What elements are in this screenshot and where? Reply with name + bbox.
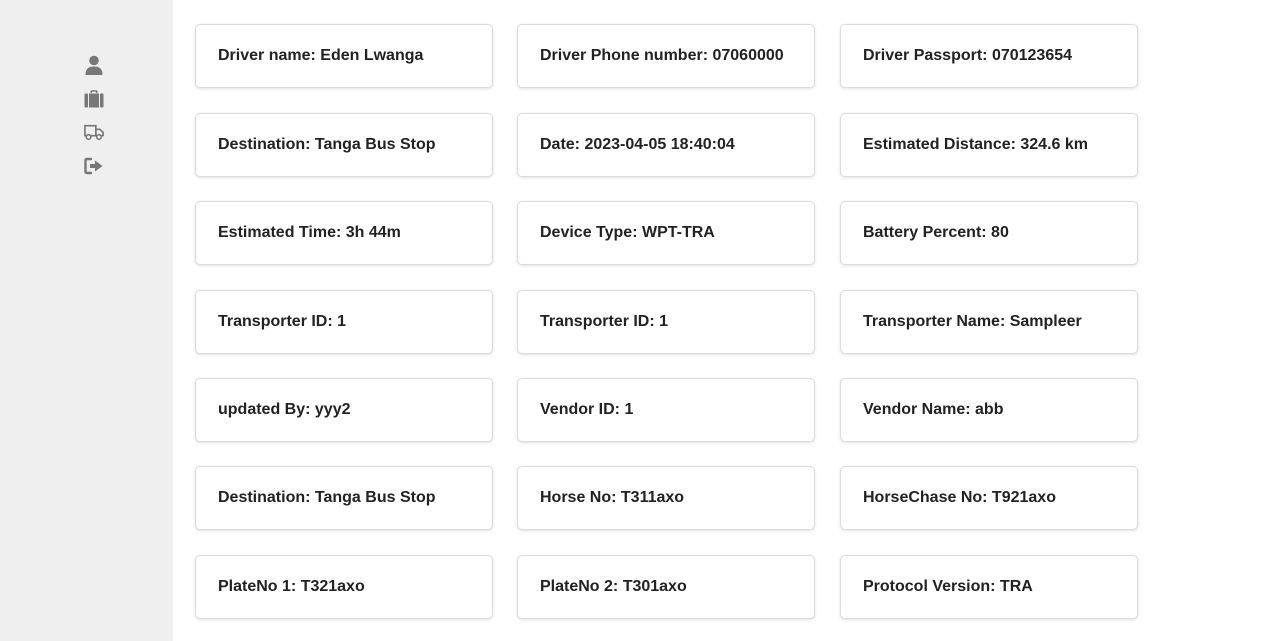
- card-text: updated By: yyy2: [218, 401, 351, 418]
- info-card: Destination: Tanga Bus Stop: [195, 113, 493, 177]
- info-card: Estimated Time: 3h 44m: [195, 201, 493, 265]
- card-text: Estimated Time: 3h 44m: [218, 224, 401, 241]
- sign-out-icon[interactable]: [84, 156, 104, 176]
- info-card: HorseChase No: T921axo: [840, 466, 1138, 530]
- info-card: Destination: Tanga Bus Stop: [195, 466, 493, 530]
- card-text: HorseChase No: T921axo: [863, 489, 1056, 506]
- briefcase-icon[interactable]: [84, 89, 104, 109]
- info-card: Transporter ID: 1: [195, 290, 493, 354]
- info-card: PlateNo 1: T321axo: [195, 555, 493, 619]
- card-text: Horse No: T311axo: [540, 489, 685, 506]
- card-text: Estimated Distance: 324.6 km: [863, 136, 1088, 153]
- card-text: Destination: Tanga Bus Stop: [218, 136, 436, 153]
- card-text: Vendor ID: 1: [540, 401, 634, 418]
- info-card: Date: 2023-04-05 18:40:04: [517, 113, 815, 177]
- info-card: Transporter Name: Sampleer: [840, 290, 1138, 354]
- card-text: Transporter Name: Sampleer: [863, 313, 1082, 330]
- card-text: Destination: Tanga Bus Stop: [218, 489, 436, 506]
- info-card: Protocol Version: TRA: [840, 555, 1138, 619]
- info-card: Driver Phone number: 07060000: [517, 24, 815, 88]
- info-card: Vendor ID: 1: [517, 378, 815, 442]
- card-text: Driver Passport: 070123654: [863, 47, 1073, 64]
- card-text: Protocol Version: TRA: [863, 578, 1033, 595]
- info-card: Device Type: WPT-TRA: [517, 201, 815, 265]
- info-card: Battery Percent: 80: [840, 201, 1138, 265]
- info-card: updated By: yyy2: [195, 378, 493, 442]
- card-text: Driver Phone number: 07060000: [540, 47, 784, 64]
- card-text: Transporter ID: 1: [540, 313, 669, 330]
- info-card: Driver Passport: 070123654: [840, 24, 1138, 88]
- info-card: Driver name: Eden Lwanga: [195, 24, 493, 88]
- user-icon[interactable]: [84, 55, 104, 75]
- sidebar: [0, 0, 173, 641]
- info-card: Estimated Distance: 324.6 km: [840, 113, 1138, 177]
- card-text: PlateNo 2: T301axo: [540, 578, 687, 595]
- card-text: Device Type: WPT-TRA: [540, 224, 715, 241]
- info-card: Vendor Name: abb: [840, 378, 1138, 442]
- info-card: Horse No: T311axo: [517, 466, 815, 530]
- card-text: PlateNo 1: T321axo: [218, 578, 365, 595]
- info-card: Transporter ID: 1: [517, 290, 815, 354]
- card-text: Transporter ID: 1: [218, 313, 347, 330]
- card-text: Battery Percent: 80: [863, 224, 1009, 241]
- card-text: Driver name: Eden Lwanga: [218, 47, 424, 64]
- truck-icon[interactable]: [84, 122, 104, 142]
- info-card: PlateNo 2: T301axo: [517, 555, 815, 619]
- card-text: Date: 2023-04-05 18:40:04: [540, 136, 735, 153]
- card-text: Vendor Name: abb: [863, 401, 1004, 418]
